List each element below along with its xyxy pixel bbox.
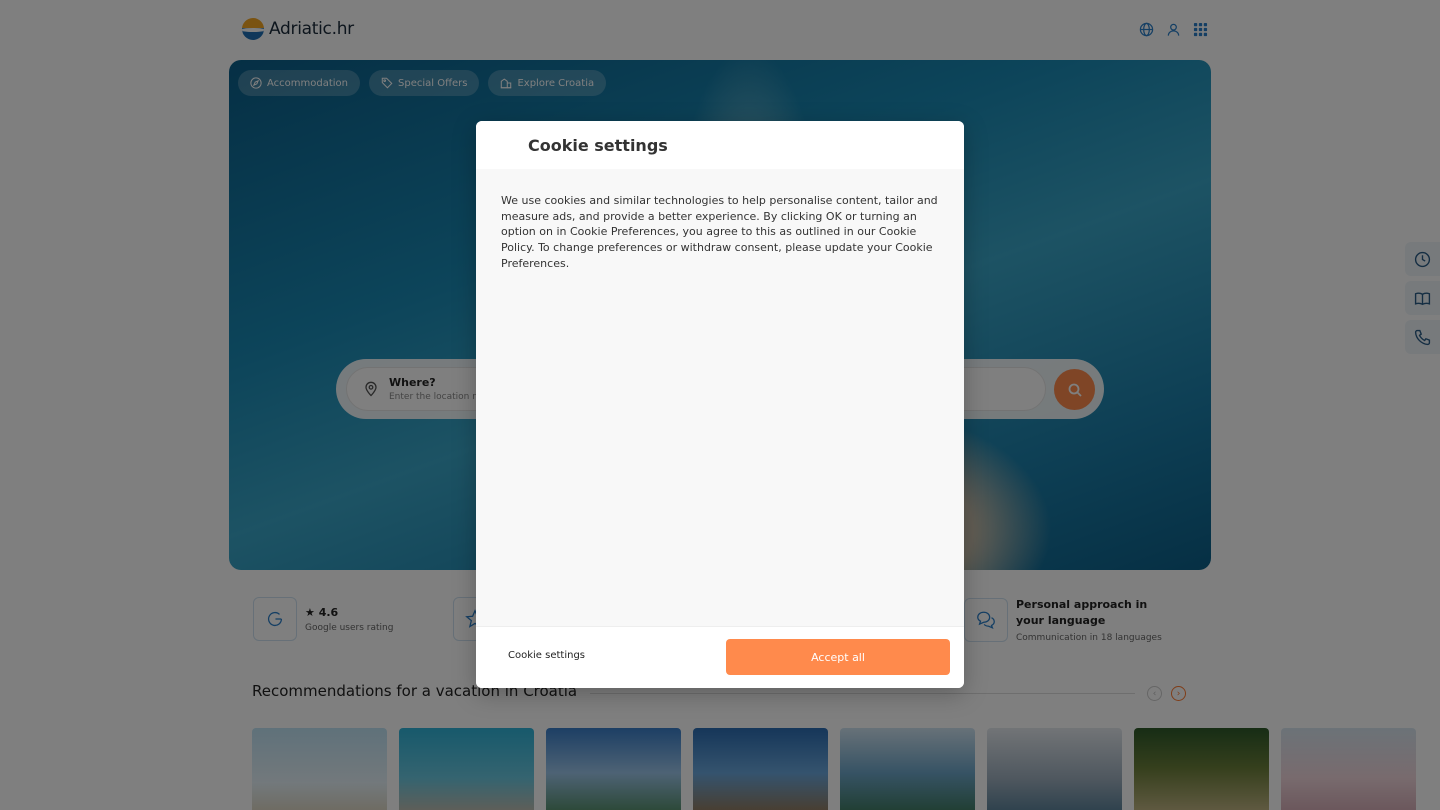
modal-footer: Cookie settings Accept all: [476, 626, 964, 688]
cookie-modal: Cookie settings We use cookies and simil…: [476, 121, 964, 688]
cookie-settings-button[interactable]: Cookie settings: [508, 650, 585, 661]
modal-header: Cookie settings: [476, 121, 964, 169]
accept-all-button[interactable]: Accept all: [726, 639, 950, 675]
modal-title: Cookie settings: [528, 136, 668, 155]
cookie-description: We use cookies and similar technologies …: [501, 194, 938, 270]
